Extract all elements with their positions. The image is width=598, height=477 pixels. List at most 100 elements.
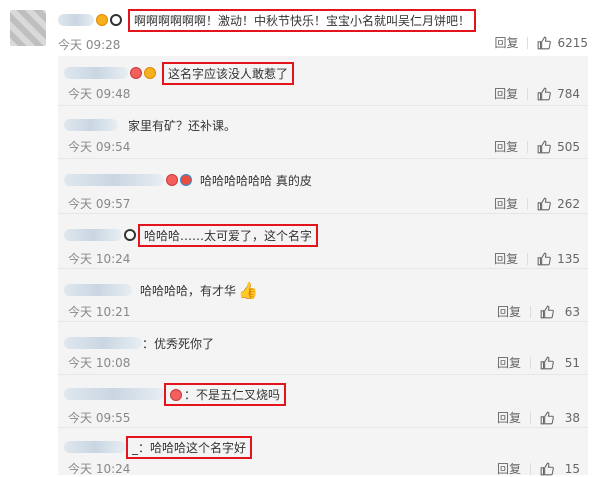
like-count: 51 (564, 355, 580, 370)
username[interactable] (58, 14, 94, 26)
reply-header: ：优秀死你了 (64, 332, 214, 354)
comment-actions: 回复 505 (494, 138, 580, 155)
like-count: 63 (564, 304, 580, 319)
reply-item: 哈哈哈哈哈哈 真的皮 今天 09:57 回复 262 (58, 159, 588, 214)
reply-button[interactable]: 回复 (494, 85, 518, 102)
comment-time: 今天 09:54 (68, 140, 131, 154)
reply-item: 哈哈哈哈，有才华 👍 今天 10:21 回复 63 (58, 269, 588, 322)
vip-badge-icon (170, 389, 182, 401)
comment-actions: 回复 51 (497, 354, 580, 371)
reply-list: 这名字应该没人敢惹了 今天 09:48 回复 784 家里有矿？还补课。 今天 … (58, 56, 588, 477)
reply-header: 哈哈哈……太可爱了，这个名字 (64, 223, 319, 247)
reply-item: 这名字应该没人敢惹了 今天 09:48 回复 784 (58, 56, 588, 106)
comment-actions: 回复 6215 (494, 34, 588, 51)
reply-button[interactable]: 回复 (494, 138, 518, 155)
comment-actions: 回复 38 (497, 409, 580, 426)
thumbs-up-emoji-icon: 👍 (238, 280, 258, 300)
divider (527, 197, 529, 210)
reply-button[interactable]: 回复 (497, 354, 521, 371)
divider (530, 356, 531, 369)
comment-time: 今天 10:08 (68, 356, 131, 370)
reply-button[interactable]: 回复 (494, 34, 518, 51)
reply-header: 哈哈哈哈哈哈 真的皮 (64, 169, 312, 191)
comment-text: 哈哈哈……太可爱了，这个名字 (138, 223, 319, 247)
reply-item: 哈哈哈……太可爱了，这个名字 今天 10:24 回复 135 (58, 214, 588, 269)
reply-button[interactable]: 回复 (497, 303, 521, 320)
thumbs-up-icon[interactable] (540, 305, 554, 319)
panda-icon (110, 14, 122, 26)
top-comment-header: 啊啊啊啊啊啊！激动！中秋节快乐！宝宝小名就叫吴仁月饼吧！ (58, 8, 477, 32)
reply-item: _：哈哈哈这个名字好 今天 10:24 回复 15 (58, 428, 588, 477)
thumbs-up-icon[interactable] (537, 87, 551, 101)
comment-text: 这名字应该没人敢惹了 (162, 61, 295, 85)
reply-header: _：哈哈哈这个名字好 (64, 435, 253, 459)
username[interactable] (64, 337, 142, 349)
divider (527, 36, 529, 49)
comment-text: ：不是五仁叉烧吗 (164, 382, 287, 406)
medal-icon (144, 67, 156, 79)
comment-text: ：优秀死你了 (142, 336, 215, 351)
reply-button[interactable]: 回复 (494, 250, 518, 267)
comment-text: _：哈哈哈这个名字好 (126, 435, 253, 459)
username[interactable] (64, 119, 118, 131)
reply-header: 家里有矿？还补课。 (64, 114, 236, 136)
like-count: 262 (557, 196, 580, 211)
comment-actions: 回复 784 (494, 85, 580, 102)
balloon-icon (180, 174, 192, 186)
comment-actions: 回复 63 (497, 303, 580, 320)
comment-text: 哈哈哈哈哈哈 真的皮 (200, 173, 312, 188)
comment-text: 家里有矿？还补课。 (128, 118, 237, 133)
comment-time: 今天 10:24 (68, 252, 131, 266)
divider (527, 252, 529, 265)
divider (530, 462, 531, 475)
comment-time: 今天 09:48 (68, 87, 131, 101)
reply-button[interactable]: 回复 (494, 195, 518, 212)
thumbs-up-icon[interactable] (540, 356, 554, 370)
comment-actions: 回复 262 (494, 195, 580, 212)
username[interactable] (64, 388, 164, 400)
thumbs-up-icon[interactable] (537, 140, 551, 154)
reply-header: 这名字应该没人敢惹了 (64, 61, 295, 85)
divider (527, 87, 529, 100)
vip-badge-icon (130, 67, 142, 79)
username[interactable] (64, 284, 132, 296)
avatar[interactable] (10, 10, 46, 46)
username[interactable] (64, 174, 164, 186)
username[interactable] (64, 441, 126, 453)
comment-time: 今天 09:57 (68, 197, 131, 211)
username[interactable] (64, 67, 128, 79)
like-count: 784 (557, 86, 580, 101)
like-count: 15 (564, 461, 580, 476)
thumbs-up-icon[interactable] (537, 36, 552, 50)
comment-time: 今天 10:21 (68, 305, 131, 319)
divider (530, 305, 531, 318)
vip-badge-icon (96, 14, 108, 26)
reply-header: ：不是五仁叉烧吗 (64, 382, 287, 406)
like-count: 6215 (557, 35, 588, 50)
comment-time: 今天 09:55 (68, 411, 131, 425)
top-comment: 啊啊啊啊啊啊！激动！中秋节快乐！宝宝小名就叫吴仁月饼吧！ 今天 09:28 回复… (0, 0, 598, 56)
reply-header: 哈哈哈哈，有才华 👍 (64, 279, 258, 301)
thumbs-up-icon[interactable] (540, 462, 554, 476)
like-count: 505 (557, 139, 580, 154)
reply-item: ：优秀死你了 今天 10:08 回复 51 (58, 322, 588, 375)
comment-actions: 回复 135 (494, 250, 580, 267)
thumbs-up-icon[interactable] (540, 411, 554, 425)
comment-time: 今天 09:28 (58, 38, 121, 52)
like-count: 38 (564, 410, 580, 425)
reply-button[interactable]: 回复 (497, 460, 521, 477)
comment-text: 啊啊啊啊啊啊！激动！中秋节快乐！宝宝小名就叫吴仁月饼吧！ (128, 8, 477, 32)
like-count: 135 (557, 251, 580, 266)
comment-text: 哈哈哈哈，有才华 (140, 283, 237, 298)
vip-badge-icon (166, 174, 178, 186)
divider (530, 411, 531, 424)
comment-time: 今天 10:24 (68, 462, 131, 476)
thumbs-up-icon[interactable] (537, 197, 551, 211)
reply-item: 家里有矿？还补课。 今天 09:54 回复 505 (58, 106, 588, 159)
divider (527, 140, 529, 153)
comment-actions: 回复 15 (497, 460, 580, 477)
thumbs-up-icon[interactable] (537, 252, 551, 266)
panda-icon (124, 229, 136, 241)
username[interactable] (64, 229, 122, 241)
reply-button[interactable]: 回复 (497, 409, 521, 426)
